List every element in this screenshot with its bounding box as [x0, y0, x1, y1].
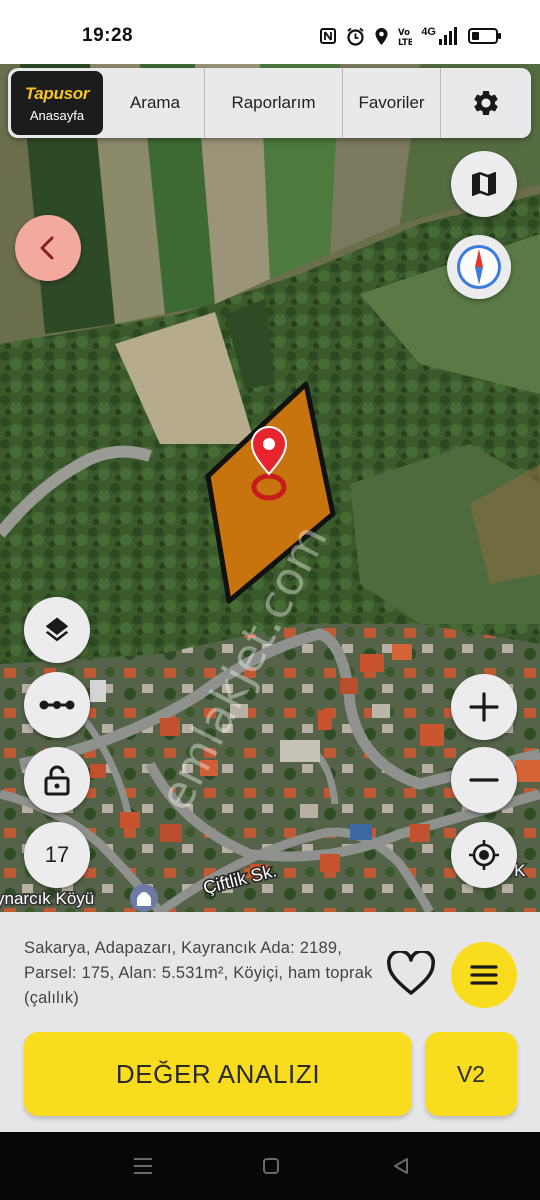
status-time: 19:28 — [82, 25, 134, 46]
signal-icon — [439, 27, 457, 45]
value-analysis-button[interactable]: DEĞER ANALIZI — [24, 1032, 412, 1116]
battery-icon — [468, 28, 501, 44]
status-icons: Vo LTE 4G — [319, 26, 502, 46]
home-button[interactable]: Tapusor Anasayfa — [11, 71, 103, 135]
home-label: Anasayfa — [29, 107, 85, 123]
minus-icon — [469, 778, 499, 782]
home-icon — [263, 1158, 279, 1174]
zoom-level-badge: 17 — [24, 822, 90, 888]
zoom-level: 17 — [44, 842, 70, 867]
tab-reports[interactable]: Raporlarım — [204, 68, 342, 138]
alarm-icon — [347, 27, 364, 46]
lock-icon — [44, 765, 70, 796]
location-icon — [375, 27, 388, 45]
plus-icon — [469, 692, 499, 722]
recents-button[interactable] — [118, 1132, 168, 1200]
parcel-info: Sakarya, Adapazarı, Kayrancık Ada: 2189,… — [24, 939, 373, 1007]
brand-logo: Tapusor — [24, 83, 90, 103]
tab-search[interactable]: Arama — [106, 68, 204, 138]
v2-button[interactable]: V2 — [425, 1032, 517, 1116]
top-navigation: Tapusor Anasayfa Arama Raporlarım Favori… — [8, 68, 531, 138]
measure-button[interactable] — [24, 672, 90, 738]
favorite-button[interactable] — [384, 948, 438, 1000]
status-bar: 19:28 Vo LTE 4G — [0, 0, 540, 64]
system-navigation-bar — [0, 1132, 540, 1200]
compass-icon — [457, 245, 501, 289]
heart-icon — [387, 951, 435, 995]
zoom-in-button[interactable] — [451, 674, 517, 740]
parcel-panel: Sakarya, Adapazarı, Kayrancık Ada: 2189,… — [0, 912, 540, 1132]
locate-button[interactable] — [451, 822, 517, 888]
locate-icon — [469, 840, 499, 870]
tab-favorites[interactable]: Favoriler — [342, 68, 440, 138]
gear-icon — [474, 91, 498, 115]
basemap-button[interactable] — [451, 151, 517, 217]
map-icon — [472, 172, 496, 196]
layers-icon — [45, 617, 69, 642]
nfc-icon — [320, 28, 337, 44]
network-label: 4G — [421, 26, 436, 38]
back-icon — [394, 1158, 408, 1174]
back-nav-button[interactable] — [376, 1132, 426, 1200]
volte-icon: VoLTE — [398, 28, 412, 46]
menu-button[interactable] — [451, 942, 517, 1008]
home-nav-button[interactable] — [246, 1132, 296, 1200]
measure-icon — [39, 700, 75, 710]
layers-button[interactable] — [24, 597, 90, 663]
zoom-out-button[interactable] — [451, 747, 517, 813]
recents-icon — [134, 1158, 152, 1174]
lock-button[interactable] — [24, 747, 90, 813]
menu-icon — [470, 965, 498, 985]
chevron-left-icon — [40, 236, 54, 260]
settings-button[interactable] — [440, 68, 531, 138]
svg-text:LTE: LTE — [398, 38, 412, 46]
back-button[interactable] — [15, 215, 81, 281]
mosque-icon — [130, 884, 158, 912]
svg-text:Vo: Vo — [398, 28, 410, 38]
compass-button[interactable] — [447, 235, 511, 299]
village-label: ynarcık Köyü — [0, 889, 94, 908]
